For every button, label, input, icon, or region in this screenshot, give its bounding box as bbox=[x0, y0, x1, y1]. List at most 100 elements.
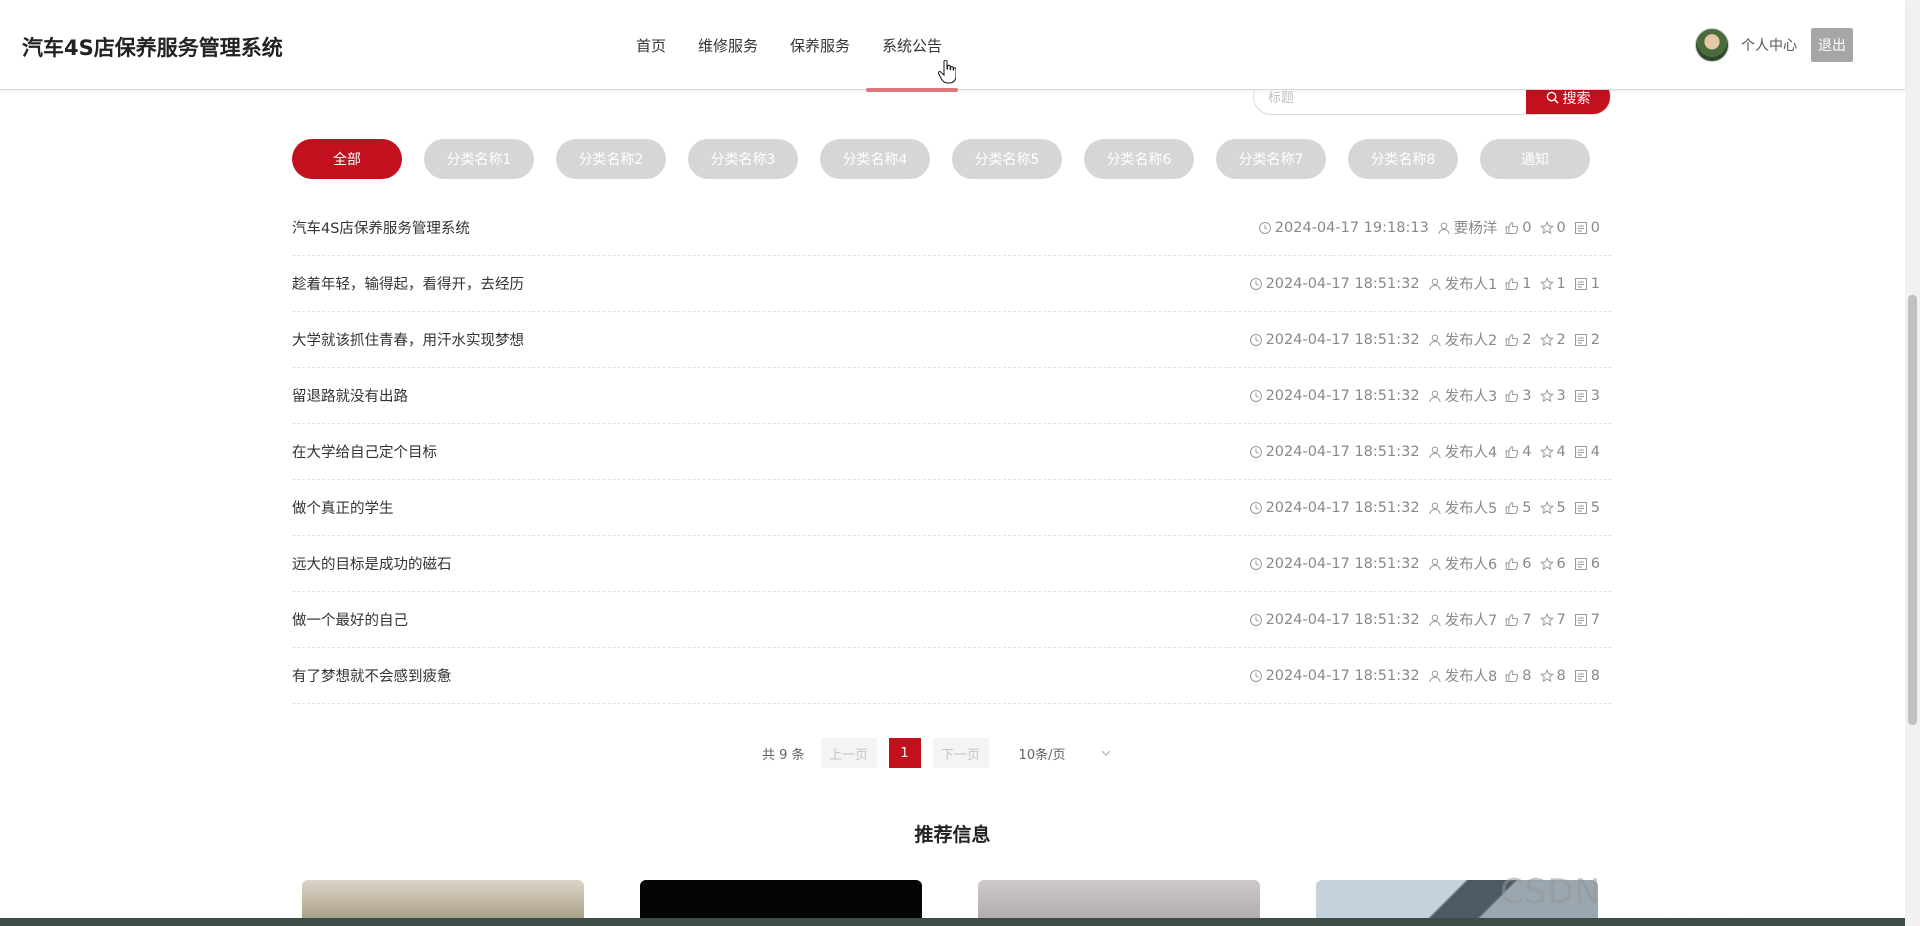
category-4[interactable]: 分类名称4 bbox=[820, 139, 930, 179]
next-page-button[interactable]: 下一页 bbox=[932, 738, 989, 768]
clock-icon bbox=[1249, 389, 1266, 403]
news-title[interactable]: 在大学给自己定个目标 bbox=[292, 441, 437, 462]
comment-icon bbox=[1574, 221, 1591, 235]
user-center-link[interactable]: 个人中心 bbox=[1741, 35, 1797, 55]
comment-count: 7 bbox=[1574, 612, 1600, 628]
like-icon bbox=[1505, 501, 1522, 515]
author-value: 发布人1 bbox=[1444, 277, 1498, 293]
list-item[interactable]: 趁着年轻，输得起，看得开，去经历 2024-04-17 18:51:32 发布人1 1… bbox=[292, 256, 1612, 312]
author: 发布人8 bbox=[1428, 665, 1497, 686]
list-item[interactable]: 在大学给自己定个目标 2024-04-17 18:51:32 发布人4 4 4 4 bbox=[292, 424, 1612, 480]
news-title[interactable]: 趁着年轻，输得起，看得开，去经历 bbox=[292, 273, 524, 294]
category-2[interactable]: 分类名称2 bbox=[556, 139, 666, 179]
news-title[interactable]: 远大的目标是成功的磁石 bbox=[292, 553, 452, 574]
comment-count: 4 bbox=[1574, 444, 1600, 460]
star-icon bbox=[1539, 556, 1557, 571]
chevron-down-icon bbox=[1102, 750, 1111, 756]
news-title[interactable]: 留退路就没有出路 bbox=[292, 385, 408, 406]
like-count: 5 bbox=[1505, 499, 1532, 516]
category-notice[interactable]: 通知 bbox=[1480, 139, 1590, 179]
star-icon bbox=[1539, 220, 1557, 235]
like-count-value: 5 bbox=[1522, 499, 1532, 516]
nav-repair-service[interactable]: 维修服务 bbox=[682, 36, 774, 66]
avatar[interactable] bbox=[1695, 28, 1729, 62]
favorite-count-value: 4 bbox=[1556, 443, 1566, 460]
comment-count: 3 bbox=[1574, 388, 1600, 404]
comment-count: 8 bbox=[1574, 668, 1600, 684]
clock-icon bbox=[1249, 613, 1266, 627]
like-icon bbox=[1505, 613, 1522, 627]
category-5[interactable]: 分类名称5 bbox=[952, 139, 1062, 179]
favorite-count: 3 bbox=[1539, 388, 1566, 404]
list-item[interactable]: 做一个最好的自己 2024-04-17 18:51:32 发布人7 7 7 7 bbox=[292, 592, 1612, 648]
bottom-strip bbox=[0, 918, 1905, 926]
publish-time: 2024-04-17 18:51:32 bbox=[1249, 332, 1420, 348]
news-title[interactable]: 大学就该抓住青春，用汗水实现梦想 bbox=[292, 329, 524, 350]
like-count-value: 2 bbox=[1522, 331, 1532, 348]
category-8[interactable]: 分类名称8 bbox=[1348, 139, 1458, 179]
news-meta: 2024-04-17 18:51:32 发布人8 8 8 8 bbox=[1241, 665, 1612, 686]
like-count: 6 bbox=[1505, 556, 1532, 572]
like-icon bbox=[1505, 557, 1522, 571]
category-1[interactable]: 分类名称1 bbox=[424, 139, 534, 179]
author-value: 发布人7 bbox=[1444, 613, 1498, 629]
list-item[interactable]: 远大的目标是成功的磁石 2024-04-17 18:51:32 发布人6 6 6 6 bbox=[292, 536, 1612, 592]
comment-count: 6 bbox=[1574, 556, 1600, 572]
category-3[interactable]: 分类名称3 bbox=[688, 139, 798, 179]
list-item[interactable]: 有了梦想就不会感到疲惫 2024-04-17 18:51:32 发布人8 8 8 8 bbox=[292, 648, 1612, 704]
site-brand[interactable]: 汽车4S店保养服务管理系统 bbox=[22, 32, 283, 62]
comment-icon bbox=[1574, 613, 1591, 627]
star-icon bbox=[1539, 276, 1557, 291]
recommend-heading: 推荐信息 bbox=[914, 824, 991, 846]
like-count-value: 3 bbox=[1522, 387, 1532, 404]
like-icon bbox=[1505, 221, 1522, 235]
list-item[interactable]: 汽车4S店保养服务管理系统 2024-04-17 19:18:13 要杨洋 0 0 0 bbox=[292, 200, 1612, 256]
category-7[interactable]: 分类名称7 bbox=[1216, 139, 1326, 179]
list-item[interactable]: 大学就该抓住青春，用汗水实现梦想 2024-04-17 18:51:32 发布人2 2… bbox=[292, 312, 1612, 368]
like-icon bbox=[1505, 277, 1522, 291]
comment-icon bbox=[1574, 277, 1591, 291]
user-icon bbox=[1428, 389, 1445, 403]
list-item[interactable]: 做个真正的学生 2024-04-17 18:51:32 发布人5 5 5 5 bbox=[292, 480, 1612, 536]
comment-count-value: 7 bbox=[1590, 611, 1600, 628]
author-value: 发布人3 bbox=[1444, 389, 1498, 405]
category-6[interactable]: 分类名称6 bbox=[1084, 139, 1194, 179]
author-value: 发布人5 bbox=[1444, 501, 1498, 517]
page-scrollbar[interactable] bbox=[1905, 0, 1920, 926]
news-title[interactable]: 做个真正的学生 bbox=[292, 497, 394, 518]
like-count: 8 bbox=[1505, 668, 1532, 684]
like-icon bbox=[1505, 389, 1522, 403]
nav-maintenance-service[interactable]: 保养服务 bbox=[774, 36, 866, 66]
user-icon bbox=[1437, 221, 1454, 235]
list-item[interactable]: 留退路就没有出路 2024-04-17 18:51:32 发布人3 3 3 3 bbox=[292, 368, 1612, 424]
comment-count-value: 2 bbox=[1590, 331, 1600, 348]
comment-count-value: 4 bbox=[1590, 443, 1600, 460]
favorite-count-value: 1 bbox=[1556, 275, 1566, 292]
scrollbar-thumb[interactable] bbox=[1908, 295, 1917, 725]
clock-icon bbox=[1249, 445, 1266, 459]
nav-home[interactable]: 首页 bbox=[620, 36, 682, 66]
news-title[interactable]: 有了梦想就不会感到疲惫 bbox=[292, 665, 452, 686]
like-icon bbox=[1505, 669, 1522, 683]
publish-time-value: 2024-04-17 18:51:32 bbox=[1265, 443, 1420, 460]
comment-icon bbox=[1574, 333, 1591, 347]
favorite-count: 5 bbox=[1539, 500, 1566, 516]
prev-page-button[interactable]: 上一页 bbox=[820, 738, 877, 768]
category-all[interactable]: 全部 bbox=[292, 139, 402, 179]
page-size-select[interactable]: 10条/页 bbox=[1019, 744, 1112, 763]
star-icon bbox=[1539, 612, 1557, 627]
news-meta: 2024-04-17 18:51:32 发布人4 4 4 4 bbox=[1241, 441, 1612, 462]
news-title[interactable]: 做一个最好的自己 bbox=[292, 609, 408, 630]
user-area: 个人中心 退出 bbox=[1695, 28, 1853, 62]
publish-time: 2024-04-17 18:51:32 bbox=[1249, 556, 1420, 572]
page-number-current[interactable]: 1 bbox=[888, 738, 921, 768]
author: 发布人2 bbox=[1428, 329, 1497, 350]
category-filter: 全部 分类名称1 分类名称2 分类名称3 分类名称4 分类名称5 分类名称6 分… bbox=[292, 139, 1590, 179]
news-title[interactable]: 汽车4S店保养服务管理系统 bbox=[292, 217, 470, 238]
like-count-value: 0 bbox=[1522, 219, 1532, 236]
clock-icon bbox=[1249, 501, 1266, 515]
publish-time: 2024-04-17 19:18:13 bbox=[1258, 220, 1429, 236]
logout-button[interactable]: 退出 bbox=[1811, 28, 1853, 62]
like-icon bbox=[1505, 445, 1522, 459]
favorite-count-value: 8 bbox=[1556, 667, 1566, 684]
